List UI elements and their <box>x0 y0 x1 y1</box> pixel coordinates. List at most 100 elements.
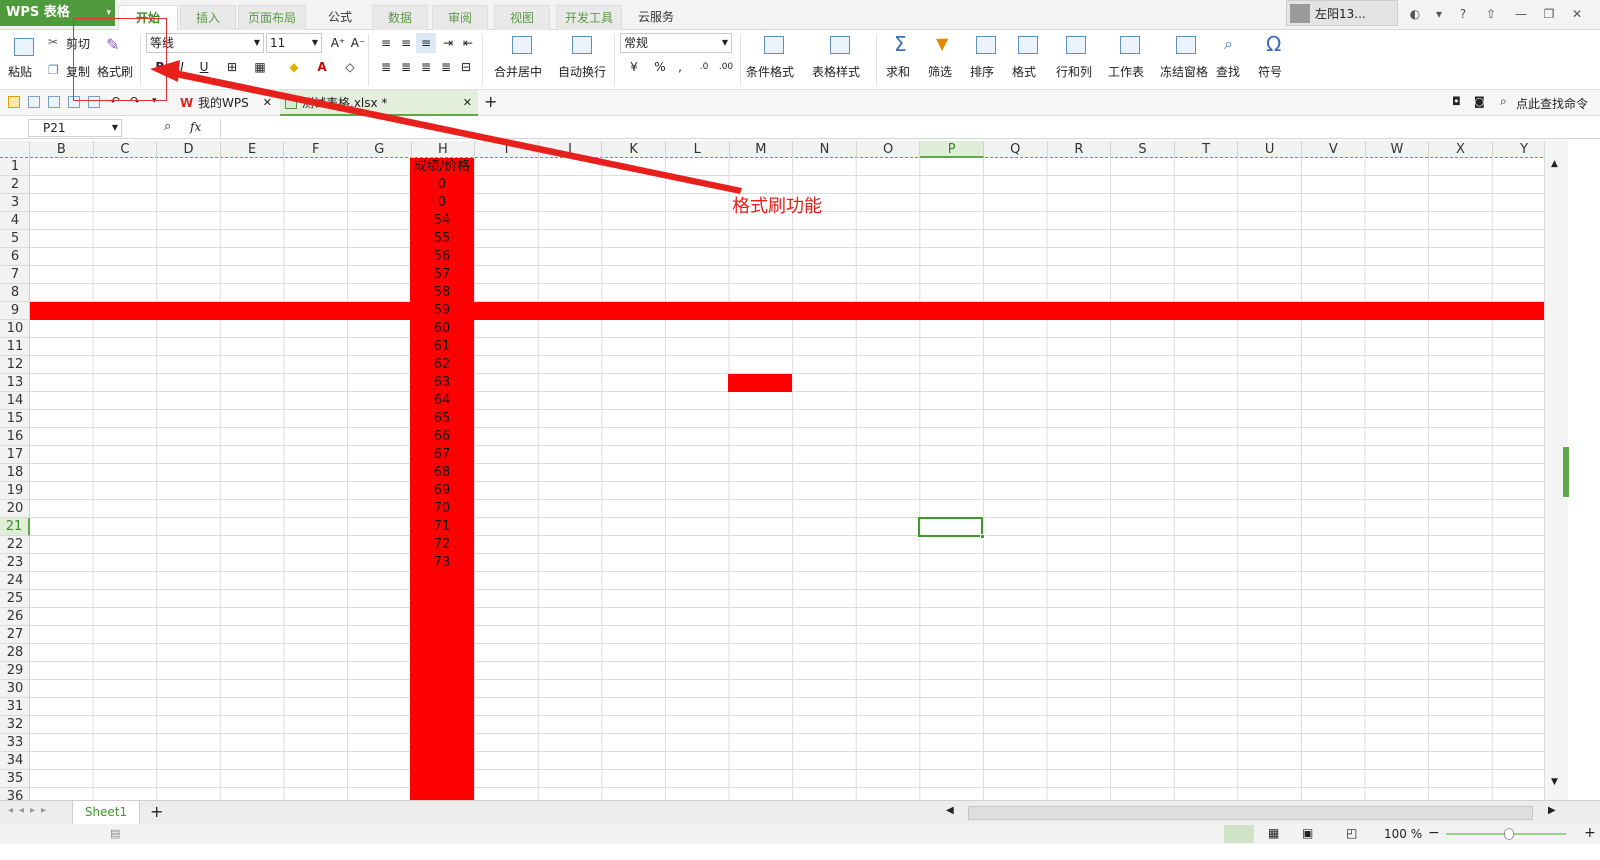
row-header[interactable]: 8 <box>0 284 30 302</box>
row-header[interactable]: 33 <box>0 734 30 752</box>
shrink-font-button[interactable]: A⁻ <box>348 33 368 53</box>
row-header[interactable]: 27 <box>0 626 30 644</box>
increase-decimal-icon[interactable]: .0 <box>694 57 714 77</box>
paste-button[interactable]: 粘贴 <box>8 63 32 80</box>
zoom-slider-thumb[interactable] <box>1504 828 1514 840</box>
sum-button[interactable]: 求和 <box>886 63 910 80</box>
row-header[interactable]: 12 <box>0 356 30 374</box>
percent-button[interactable]: % <box>650 57 670 77</box>
cell-h-value[interactable]: 0 <box>410 194 474 212</box>
zoom-lens-icon[interactable]: ⌕ <box>164 119 171 134</box>
column-header[interactable]: L <box>666 141 730 158</box>
column-header[interactable]: I <box>475 141 539 158</box>
underline-button[interactable]: U <box>194 57 214 77</box>
cell-h-value[interactable]: 55 <box>410 230 474 248</box>
help-icon[interactable]: ? <box>1452 4 1474 24</box>
cell-h-value[interactable]: 61 <box>410 338 474 356</box>
close-icon[interactable]: ✕ <box>463 90 472 116</box>
decrease-decimal-icon[interactable]: .00 <box>716 57 736 77</box>
row-header[interactable]: 16 <box>0 428 30 446</box>
format-button[interactable]: 格式 <box>1012 63 1036 80</box>
row-column-button[interactable]: 行和列 <box>1056 63 1092 80</box>
cell-h-value[interactable]: 72 <box>410 536 474 554</box>
filter-button[interactable]: 筛选 <box>928 63 952 80</box>
clear-format-icon[interactable]: ◇ <box>340 57 360 77</box>
row-header[interactable]: 1 <box>0 158 30 176</box>
align-middle-icon[interactable]: ≡ <box>396 33 416 53</box>
upload-icon[interactable]: ⇧ <box>1480 4 1502 24</box>
row-header[interactable]: 35 <box>0 770 30 788</box>
row-header[interactable]: 20 <box>0 500 30 518</box>
minimize-icon[interactable]: — <box>1510 4 1532 24</box>
row-header[interactable]: 7 <box>0 266 30 284</box>
row-header[interactable]: 22 <box>0 536 30 554</box>
skin-switch-icon[interactable]: ◙ <box>1474 95 1485 108</box>
table-style-button[interactable]: 表格样式 <box>812 63 860 80</box>
zoom-in-icon[interactable]: + <box>1584 825 1596 841</box>
tab-view[interactable]: 视图 <box>494 5 550 30</box>
zoom-level[interactable]: 100 % <box>1384 827 1422 841</box>
cell-h-value[interactable]: 68 <box>410 464 474 482</box>
vertical-scrollbar[interactable]: ▲ ▼ <box>1544 141 1569 800</box>
row-header[interactable]: 11 <box>0 338 30 356</box>
horizontal-scrollbar[interactable] <box>968 806 1533 820</box>
cell-h-value[interactable]: 63 <box>410 374 474 392</box>
row-header[interactable]: 26 <box>0 608 30 626</box>
indent-icon[interactable]: ⇥ <box>438 33 458 53</box>
skin-icon[interactable]: ◐ <box>1404 4 1426 24</box>
scroll-up-icon[interactable]: ▲ <box>1551 159 1558 169</box>
tab-page-layout[interactable]: 页面布局 <box>238 5 306 30</box>
row-header[interactable]: 6 <box>0 248 30 266</box>
close-icon[interactable]: ✕ <box>1566 4 1588 24</box>
row-header[interactable]: 25 <box>0 590 30 608</box>
fill-color-icon[interactable]: ◆ <box>284 57 304 77</box>
cell-h-value[interactable]: 56 <box>410 248 474 266</box>
align-left-icon[interactable]: ≣ <box>376 57 396 77</box>
column-header[interactable]: E <box>221 141 285 158</box>
scroll-down-icon[interactable]: ▼ <box>1551 777 1558 787</box>
row-header[interactable]: 4 <box>0 212 30 230</box>
column-header[interactable]: O <box>857 141 921 158</box>
column-header[interactable]: G <box>348 141 412 158</box>
row-header[interactable]: 2 <box>0 176 30 194</box>
cell-h-value[interactable]: 60 <box>410 320 474 338</box>
cell-h-value[interactable]: 71 <box>410 518 474 536</box>
cell-h-value[interactable]: 58 <box>410 284 474 302</box>
sheet-nav-arrows-icon[interactable]: ◂◂▸▸ <box>8 805 52 816</box>
row-header[interactable]: 34 <box>0 752 30 770</box>
column-header[interactable]: F <box>284 141 348 158</box>
formula-input[interactable] <box>220 119 1560 137</box>
row-header[interactable]: 31 <box>0 698 30 716</box>
row-header[interactable]: 10 <box>0 320 30 338</box>
page-layout-view-icon[interactable]: ▣ <box>1302 826 1313 840</box>
worksheet-button[interactable]: 工作表 <box>1108 63 1144 80</box>
cell-grid[interactable]: 成绩/价格 0 0 54 55 56 57 58 59 60 61 62 63 64 65 66 67 68 69… <box>30 158 1544 800</box>
doc-tab-test-sheet[interactable]: 测试表格.xlsx * ✕ <box>280 90 478 116</box>
fullscreen-icon[interactable]: ◰ <box>1346 826 1357 840</box>
font-size-select[interactable]: 11 ▼ <box>266 33 322 53</box>
merge-center-button[interactable]: 合并居中 <box>494 63 542 80</box>
row-header[interactable]: 13 <box>0 374 30 392</box>
grow-font-button[interactable]: A⁺ <box>328 33 348 53</box>
wrap-text-button[interactable]: 自动换行 <box>558 63 606 80</box>
symbol-button[interactable]: 符号 <box>1258 63 1282 80</box>
align-top-icon[interactable]: ≡ <box>376 33 396 53</box>
column-header[interactable]: U <box>1238 141 1302 158</box>
tab-cloud[interactable]: 云服务 <box>626 5 686 30</box>
cell-h-value[interactable]: 57 <box>410 266 474 284</box>
justify-icon[interactable]: ≣ <box>436 57 456 77</box>
column-header[interactable]: T <box>1175 141 1239 158</box>
row-header[interactable]: 15 <box>0 410 30 428</box>
cell-h-value[interactable]: 54 <box>410 212 474 230</box>
open-icon[interactable] <box>8 96 20 108</box>
row-header[interactable]: 19 <box>0 482 30 500</box>
cell-h-value[interactable]: 70 <box>410 500 474 518</box>
pin-icon[interactable]: ◘ <box>1452 95 1461 108</box>
cell-h-value[interactable]: 62 <box>410 356 474 374</box>
row-header[interactable]: 5 <box>0 230 30 248</box>
column-header[interactable]: B <box>30 141 94 158</box>
fill-handle[interactable] <box>980 534 985 539</box>
row-header[interactable]: 9 <box>0 302 30 320</box>
row-header[interactable]: 14 <box>0 392 30 410</box>
shirt-icon[interactable]: ▾ <box>1428 4 1450 24</box>
